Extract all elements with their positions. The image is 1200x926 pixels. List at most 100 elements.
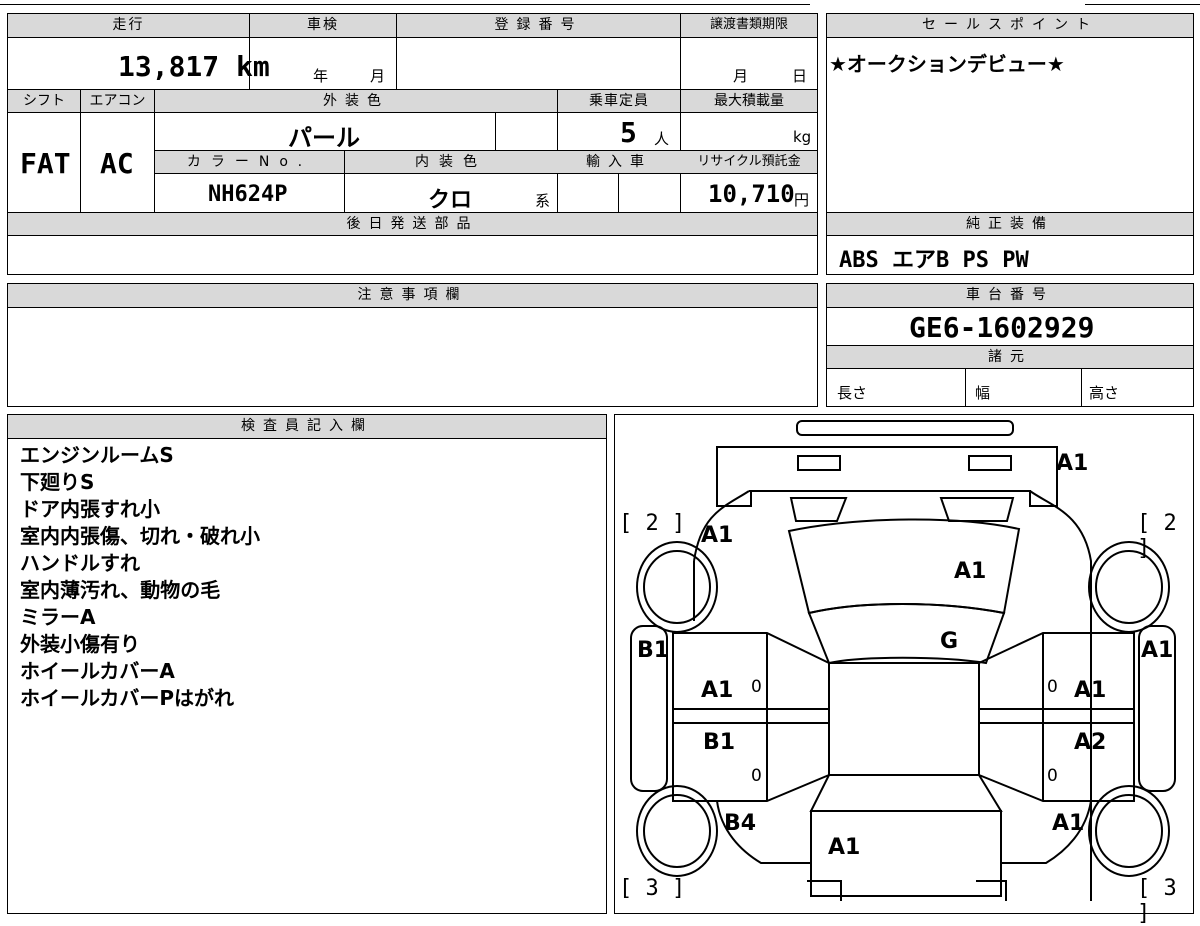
mark-front-left-door: A1 — [701, 678, 734, 703]
divider — [344, 151, 345, 212]
exterior-color-header: 外装色 — [155, 90, 557, 112]
door-zero-rl: 0 — [751, 766, 762, 786]
inspector-note: ホイールカバーPはがれ — [20, 686, 235, 710]
mark-rear-right-quarter: A1 — [1052, 811, 1085, 836]
front-light-left — [797, 455, 841, 471]
divider — [396, 14, 397, 89]
equipment-header-line — [827, 235, 1193, 236]
headlight-right — [939, 497, 1015, 522]
sales-point-text: ★オークションデビュー★ — [829, 52, 1065, 76]
later-parts-header: 後日発送部品 — [8, 213, 817, 235]
front-bumper-bar — [796, 420, 1014, 436]
interior-color-suffix: 系 — [535, 192, 551, 210]
mileage-value: 13,817 km — [118, 50, 270, 83]
mark-rear-left-door: B1 — [703, 730, 736, 755]
width-label: 幅 — [975, 384, 991, 402]
height-label: 高さ — [1089, 384, 1120, 402]
capacity-header: 乗車定員 — [558, 90, 680, 112]
mark-front-left-fender: A1 — [701, 523, 734, 548]
inspection-month-unit: 月 — [370, 67, 386, 85]
mark-rear-gate: A1 — [828, 835, 861, 860]
top-edge-line-right — [1085, 4, 1200, 5]
row3-header-line — [154, 173, 817, 174]
spec-header: 諸元 — [827, 346, 1193, 368]
notes-header: 注意事項欄 — [8, 284, 817, 307]
ac-header: エアコン — [81, 90, 154, 112]
mark-rear-left-quarter: B4 — [724, 811, 757, 836]
shift-value: FAT — [20, 147, 71, 180]
body-right — [749, 490, 1092, 901]
door-zero-fl: 0 — [751, 677, 762, 697]
color-no-value: NH624P — [208, 182, 288, 207]
ac-value: AC — [100, 147, 134, 180]
inspector-header: 検査員記入欄 — [8, 415, 606, 438]
exterior-color-value: パール — [288, 124, 360, 152]
transfer-month-unit: 月 — [733, 67, 749, 85]
inspection-header: 車検 — [250, 14, 396, 36]
mark-windshield: G — [940, 629, 959, 654]
row1-header-line — [8, 37, 817, 38]
door-zero-rr: 0 — [1047, 766, 1058, 786]
inspector-note: ホイールカバーA — [20, 659, 175, 683]
divider — [80, 90, 81, 212]
mark-front-right-side: A1 — [1141, 638, 1174, 663]
capacity-unit: 人 — [654, 130, 670, 148]
headlight-left — [789, 497, 848, 522]
row2-header-line — [8, 112, 817, 113]
recycle-header: リサイクル預託金 — [681, 151, 817, 173]
inspector-note: 室内薄汚れ、動物の毛 — [20, 578, 221, 602]
inspector-note: エンジンルームS — [20, 443, 174, 467]
car-outline-svg — [630, 420, 1176, 901]
top-edge-line — [0, 4, 810, 5]
vehicle-info-box: 走行 車検 登録番号 譲渡書類期限 13,817 km 年 月 月 日 シフト … — [7, 13, 818, 275]
front-light-right — [968, 455, 1012, 471]
inspector-box: 検査員記入欄 エンジンルームS 下廻りS ドア内張すれ小 室内内張傷、切れ・破れ… — [7, 414, 607, 914]
capacity-value: 5 — [620, 116, 637, 149]
inspector-note: ハンドルすれ — [20, 551, 140, 575]
inspector-note: 下廻りS — [20, 470, 95, 494]
later-parts-header-line — [8, 235, 817, 236]
divider — [965, 368, 966, 406]
inspector-note: 外装小傷有り — [20, 632, 140, 656]
car-damage-diagram: A1 A1 A1 G B1 A1 A1 A1 B1 A2 B4 A1 A1 0 … — [614, 414, 1194, 926]
recycle-unit: 円 — [794, 191, 810, 209]
tire-rear-left: [ 3 ] — [619, 876, 686, 901]
rear-bumper — [807, 880, 1007, 901]
roof — [828, 662, 980, 776]
color-no-header: カラーNo. — [155, 151, 344, 173]
equipment-header: 純正装備 — [827, 213, 1193, 235]
length-label: 長さ — [837, 384, 868, 402]
registration-header: 登録番号 — [397, 14, 680, 36]
recycle-value: 10,710 — [708, 180, 795, 208]
mark-bumper-front: A1 — [1056, 451, 1089, 476]
max-load-unit: kg — [793, 128, 812, 146]
windshield — [807, 603, 1006, 665]
interior-color-header: 内装色 — [345, 151, 557, 173]
sales-point-header: セールスポイント — [827, 14, 1193, 37]
tire-rear-right: [ 3 ] — [1137, 876, 1177, 926]
notes-box: 注意事項欄 — [7, 283, 818, 407]
chassis-value: GE6-1602929 — [909, 311, 1095, 344]
chassis-header: 車台番号 — [827, 284, 1193, 307]
mark-front-left-pillar: B1 — [637, 638, 670, 663]
inspection-year-unit: 年 — [313, 67, 329, 85]
divider — [680, 14, 681, 89]
sales-header-line — [827, 37, 1193, 38]
divider — [1081, 368, 1082, 406]
mark-hood: A1 — [954, 559, 987, 584]
divider — [618, 173, 619, 212]
chassis-box: 車台番号 GE6-1602929 諸元 長さ 幅 高さ — [826, 283, 1194, 407]
wheel-rear-left — [636, 785, 718, 877]
sales-point-box: セールスポイント ★オークションデビュー★ 純正装備 ABS エアB PS PW — [826, 13, 1194, 275]
inspector-note: ミラーA — [20, 605, 96, 629]
chassis-header-line — [827, 307, 1193, 308]
shift-header: シフト — [8, 90, 80, 112]
tire-front-left: [ 2 ] — [619, 511, 686, 536]
notes-header-line — [8, 307, 817, 308]
inspector-note: ドア内張すれ小 — [20, 497, 160, 521]
mileage-header: 走行 — [8, 14, 249, 36]
wheel-front-left — [636, 541, 718, 633]
transfer-day-unit: 日 — [792, 67, 808, 85]
mark-rear-right-door: A2 — [1074, 730, 1107, 755]
divider — [495, 112, 496, 150]
